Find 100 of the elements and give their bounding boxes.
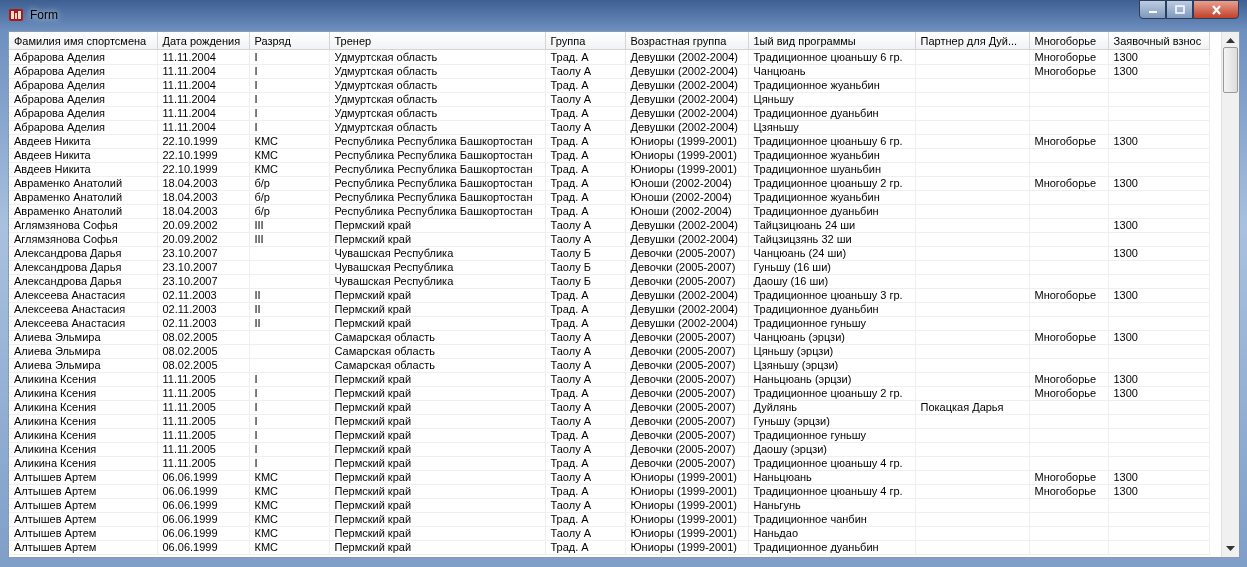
table-cell: Александрова Дарья <box>9 274 157 289</box>
column-header[interactable]: Заявочный взнос <box>1108 32 1209 50</box>
table-cell: Пермский край <box>329 232 545 247</box>
table-cell: Пермский край <box>329 498 545 513</box>
table-cell: Чанцюань (24 ши) <box>748 246 915 261</box>
table-cell: Пермский край <box>329 470 545 485</box>
table-cell: Таолу Б <box>545 274 625 289</box>
table-cell: Абрарова Аделия <box>9 64 157 79</box>
table-cell: Девочки (2005-2007) <box>625 260 748 275</box>
table-cell: 1300 <box>1108 246 1209 261</box>
table-cell: Юниоры (1999-2001) <box>625 162 748 177</box>
table-cell: Чанцюань <box>748 64 915 79</box>
table-cell: Республика Республика Башкортостан <box>329 190 545 205</box>
table-cell: Трад. А <box>545 302 625 317</box>
table-cell: Пермский край <box>329 428 545 443</box>
table-cell: Таолу А <box>545 442 625 457</box>
table-cell: Юниоры (1999-2001) <box>625 134 748 149</box>
column-header[interactable]: Партнер для Дуй... <box>915 32 1029 50</box>
table-cell: 06.06.1999 <box>157 540 249 555</box>
scroll-up-icon[interactable] <box>1226 38 1235 43</box>
table-cell: 11.11.2004 <box>157 106 249 121</box>
column-header[interactable]: Дата рождения <box>157 32 249 50</box>
table-cell: 11.11.2004 <box>157 64 249 79</box>
table-cell: Трад. А <box>545 148 625 163</box>
table-cell: Таолу Б <box>545 260 625 275</box>
table-cell: Самарская область <box>329 358 545 373</box>
table-cell: Чувашская Республика <box>329 246 545 261</box>
table-cell: Наньгунь <box>748 498 915 513</box>
column-header[interactable]: Разряд <box>249 32 329 50</box>
table-cell: Многоборье <box>1029 386 1108 401</box>
table-cell: Таолу Б <box>545 246 625 261</box>
table-cell: Чанцюань (эрцзи) <box>748 330 915 345</box>
table-cell: Аликина Ксения <box>9 400 157 415</box>
table-cell: Пермский край <box>329 456 545 471</box>
table-cell: 06.06.1999 <box>157 512 249 527</box>
table-cell: КМС <box>249 134 329 149</box>
table-cell: 11.11.2004 <box>157 92 249 107</box>
table-cell: Удмуртская область <box>329 92 545 107</box>
table-cell: Трад. А <box>545 162 625 177</box>
maximize-button[interactable] <box>1166 0 1193 19</box>
table-cell: Традиционное дуаньбин <box>748 540 915 555</box>
table-cell: Юниоры (1999-2001) <box>625 540 748 555</box>
table-cell: Республика Республика Башкортостан <box>329 176 545 191</box>
table-cell: Трад. А <box>545 106 625 121</box>
table-cell: 02.11.2003 <box>157 288 249 303</box>
table-cell: Самарская область <box>329 344 545 359</box>
table-cell: Пермский край <box>329 540 545 555</box>
table-cell: 1300 <box>1108 386 1209 401</box>
close-icon <box>1210 4 1222 15</box>
column-header[interactable]: Возрастная группа <box>625 32 748 50</box>
table-cell: Алтышев Артем <box>9 526 157 541</box>
table-cell: Юниоры (1999-2001) <box>625 526 748 541</box>
scroll-down-icon[interactable] <box>1226 546 1235 551</box>
table-cell: Юниоры (1999-2001) <box>625 512 748 527</box>
column-header[interactable]: Фамилия имя спортсмена <box>9 32 157 50</box>
table-cell: I <box>249 120 329 135</box>
table-cell: Аликина Ксения <box>9 456 157 471</box>
column-header[interactable]: Многоборье <box>1029 32 1108 50</box>
table-cell: I <box>249 92 329 107</box>
close-button[interactable] <box>1193 0 1239 19</box>
table-cell: Авдеев Никита <box>9 162 157 177</box>
table-cell: Трад. А <box>545 484 625 499</box>
vertical-scrollbar[interactable] <box>1221 32 1239 557</box>
table-cell: II <box>249 316 329 331</box>
column-header[interactable]: Группа <box>545 32 625 50</box>
table-cell: Многоборье <box>1029 49 1108 65</box>
table-cell: Таолу А <box>545 218 625 233</box>
table-cell: Девочки (2005-2007) <box>625 428 748 443</box>
table-cell: 06.06.1999 <box>157 484 249 499</box>
table-cell: Традиционное шуаньбин <box>748 162 915 177</box>
table-cell: Традиционное дуаньбин <box>748 204 915 219</box>
table-cell: Пермский край <box>329 288 545 303</box>
table-cell: Юноши (2002-2004) <box>625 176 748 191</box>
column-header[interactable]: Тренер <box>329 32 545 50</box>
table-cell: Традиционное дуаньбин <box>748 106 915 121</box>
table-cell: Пермский край <box>329 442 545 457</box>
table-cell: Девушки (2002-2004) <box>625 218 748 233</box>
table-cell: II <box>249 302 329 317</box>
table-cell: Цзяньшу (эрцзи) <box>748 358 915 373</box>
table-cell: б/р <box>249 176 329 191</box>
table-cell: Таолу А <box>545 358 625 373</box>
table-cell: Таолу А <box>545 232 625 247</box>
table-cell: Девушки (2002-2004) <box>625 92 748 107</box>
table-cell: Трад. А <box>545 49 625 65</box>
table-cell: 11.11.2005 <box>157 456 249 471</box>
maximize-icon <box>1174 5 1185 14</box>
table-cell: Традиционное жуаньбин <box>748 148 915 163</box>
minimize-button[interactable] <box>1139 0 1166 19</box>
table-cell: Республика Республика Башкортостан <box>329 204 545 219</box>
table-cell: Трад. А <box>545 540 625 555</box>
table-cell: Традиционное гуньшу <box>748 316 915 331</box>
table-cell: 20.09.2002 <box>157 232 249 247</box>
table-cell: Многоборье <box>1029 470 1108 485</box>
table-cell: Традиционное цюаньшу 6 гр. <box>748 134 915 149</box>
table-cell: Наньцюань (эрцзи) <box>748 372 915 387</box>
scrollbar-thumb[interactable] <box>1223 47 1238 93</box>
table-cell: Трад. А <box>545 176 625 191</box>
table-cell: Даошу (эрцзи) <box>748 442 915 457</box>
column-header[interactable]: 1ый вид программы <box>748 32 915 50</box>
table-cell: Аликина Ксения <box>9 428 157 443</box>
